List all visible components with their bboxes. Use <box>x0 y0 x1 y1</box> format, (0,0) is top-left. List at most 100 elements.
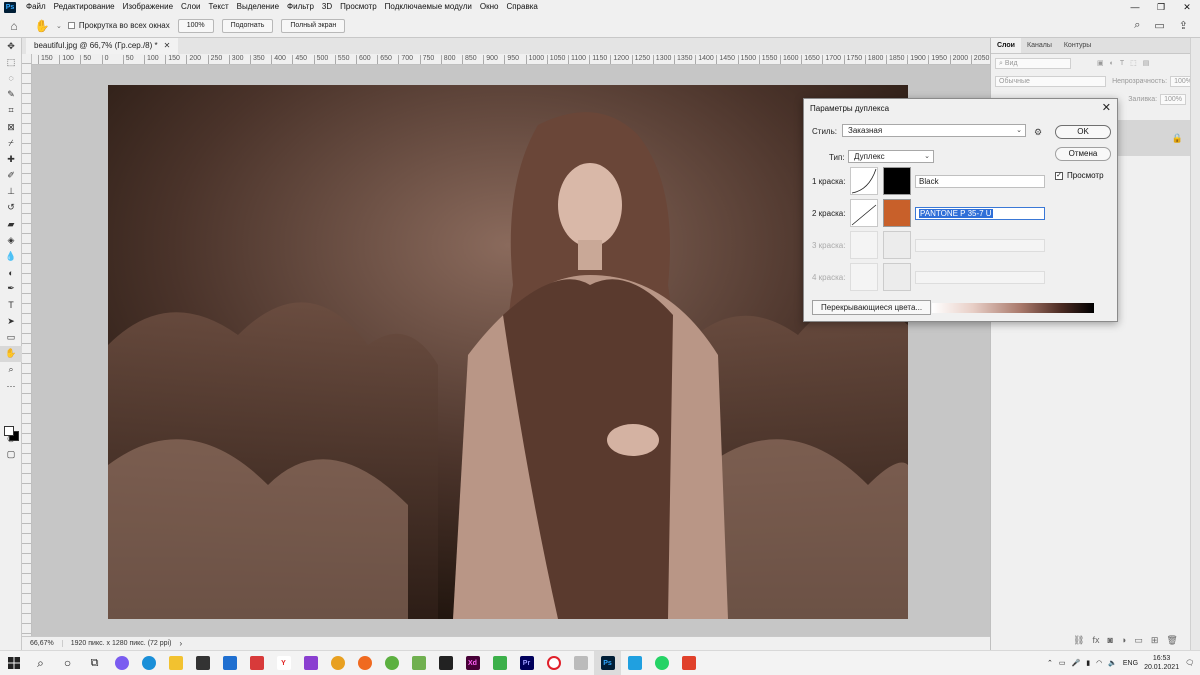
task-view-icon[interactable]: ⧉ <box>81 651 108 675</box>
preset-select[interactable]: Заказная ⌄ <box>842 124 1026 137</box>
microphone-icon[interactable]: 🎤 <box>1071 659 1080 667</box>
ink-1-name-input[interactable]: Black <box>915 175 1045 188</box>
lock-icon[interactable]: 🔒 <box>1172 133 1183 144</box>
menu-filter[interactable]: Фильтр <box>283 0 318 14</box>
preview-checkbox[interactable]: ✓ Просмотр <box>1055 171 1104 180</box>
history-brush-tool-icon[interactable]: ↺ <box>0 200 22 216</box>
tab-layers[interactable]: Слои <box>991 38 1021 53</box>
pen-tool-icon[interactable]: ✒ <box>0 281 22 297</box>
move-tool-icon[interactable]: ✥ <box>0 38 22 54</box>
app-opera-icon[interactable] <box>540 651 567 675</box>
full-screen-button[interactable]: Полный экран <box>281 18 346 33</box>
clock[interactable]: 16:53 20.01.2021 <box>1144 654 1179 672</box>
app-firefox-icon[interactable] <box>351 651 378 675</box>
app-green-icon[interactable] <box>378 651 405 675</box>
ink-1-swatch[interactable] <box>883 167 911 195</box>
menu-image[interactable]: Изображение <box>119 0 177 14</box>
document-info[interactable]: 1920 пикс. x 1280 пикс. (72 ppi) <box>63 640 180 647</box>
ink-1-curve[interactable] <box>850 167 878 195</box>
eraser-tool-icon[interactable]: ▰ <box>0 216 22 232</box>
filter-icons[interactable]: ▣◐T⬚▤ <box>1097 59 1155 67</box>
ink-2-swatch[interactable] <box>883 199 911 227</box>
document-image[interactable] <box>108 85 908 619</box>
minimize-icon[interactable]: — <box>1122 0 1148 14</box>
menu-layers[interactable]: Слои <box>177 0 204 14</box>
app-edge-icon[interactable] <box>135 651 162 675</box>
zoom-level[interactable]: 66,67% <box>22 640 63 647</box>
windows-start-icon[interactable] <box>0 651 27 675</box>
app-save-icon[interactable] <box>297 651 324 675</box>
dialog-close-icon[interactable]: ✕ <box>1102 101 1111 114</box>
menu-select[interactable]: Выделение <box>233 0 283 14</box>
add-mask-icon[interactable]: ◙ <box>1107 635 1112 646</box>
menu-file[interactable]: Файл <box>22 0 50 14</box>
restore-icon[interactable]: ❐ <box>1148 0 1174 14</box>
app-explorer-icon[interactable] <box>162 651 189 675</box>
checkbox-checked-icon[interactable]: ✓ <box>1055 171 1063 180</box>
app-notepad-icon[interactable] <box>405 651 432 675</box>
foreground-color-swatch[interactable] <box>4 426 14 436</box>
app-assistant-icon[interactable] <box>108 651 135 675</box>
frame-tool-icon[interactable]: ⊠ <box>0 119 22 135</box>
app-phone-icon[interactable] <box>621 651 648 675</box>
app-yandex-icon[interactable]: Y <box>270 651 297 675</box>
app-camtasia-icon[interactable] <box>486 651 513 675</box>
workspace-icon[interactable]: ▭ <box>1154 19 1164 32</box>
menu-3d[interactable]: 3D <box>318 0 336 14</box>
app-store-icon[interactable] <box>189 651 216 675</box>
scroll-all-windows-checkbox[interactable]: Прокрутка во всех окнах <box>67 21 170 30</box>
network-icon[interactable]: ▭ <box>1059 659 1066 667</box>
cortana-icon[interactable]: ○ <box>54 651 81 675</box>
tray-chevron-up-icon[interactable]: ⌃ <box>1047 659 1053 667</box>
hand-tool-preset-icon[interactable]: ✋ <box>28 19 56 33</box>
chevron-right-icon[interactable]: › <box>179 639 182 648</box>
zoom-100-button[interactable]: 100% <box>177 18 214 33</box>
dodge-tool-icon[interactable]: ◐ <box>0 265 22 281</box>
app-premiere-icon[interactable]: Pr <box>513 651 540 675</box>
blur-tool-icon[interactable]: 💧 <box>0 248 22 264</box>
home-icon[interactable]: ⌂ <box>0 14 28 38</box>
fit-screen-button[interactable]: Подогнать <box>221 18 274 33</box>
menu-window[interactable]: Окно <box>476 0 503 14</box>
ink-2-name-input[interactable]: PANTONE P 35-7 U <box>915 207 1045 220</box>
menu-view[interactable]: Просмотр <box>336 0 381 14</box>
notifications-icon[interactable]: 🗨 <box>1185 659 1194 667</box>
quick-select-tool-icon[interactable]: ✎ <box>0 87 22 103</box>
kind-filter-select[interactable]: ⌕ Вид <box>995 57 1071 69</box>
app-gift-icon[interactable] <box>243 651 270 675</box>
tab-channels[interactable]: Каналы <box>1021 38 1058 53</box>
gear-icon[interactable]: ⚙ <box>1034 127 1042 138</box>
marquee-tool-icon[interactable]: ⬚ <box>0 54 22 70</box>
share-icon[interactable]: ⇪ <box>1179 19 1188 32</box>
app-tools-icon[interactable] <box>567 651 594 675</box>
type-select[interactable]: Дуплекс ⌄ <box>848 150 934 163</box>
app-chrome-icon[interactable] <box>324 651 351 675</box>
document-tab[interactable]: beautiful.jpg @ 66,7% (Гр.сер./8) * ✕ <box>26 38 179 54</box>
app-photoshop-icon[interactable]: Ps <box>594 650 621 675</box>
app-red-icon[interactable] <box>675 651 702 675</box>
ok-button[interactable]: OK <box>1055 125 1111 139</box>
ink-2-curve[interactable] <box>850 199 878 227</box>
paint-bucket-tool-icon[interactable]: ◈ <box>0 232 22 248</box>
swap-colors-icon[interactable] <box>0 394 22 420</box>
new-group-icon[interactable]: ▭ <box>1134 635 1143 646</box>
link-layers-icon[interactable]: ⛓ <box>1073 635 1084 646</box>
background-layer-row[interactable]: 🔒 <box>1109 120 1193 156</box>
zoom-tool-icon[interactable]: ⌕ <box>0 362 22 378</box>
app-acrobat-icon[interactable] <box>432 651 459 675</box>
fill-input[interactable]: 100% <box>1160 93 1186 105</box>
menu-type[interactable]: Текст <box>204 0 232 14</box>
chevron-down-icon[interactable]: ⌄ <box>56 22 62 30</box>
path-select-tool-icon[interactable]: ➤ <box>0 313 22 329</box>
menu-plugins[interactable]: Подключаемые модули <box>381 0 476 14</box>
checkbox-box[interactable] <box>67 22 75 29</box>
blend-mode-select[interactable]: Обычные <box>995 75 1107 87</box>
wifi-icon[interactable]: ◠ <box>1096 659 1102 667</box>
rectangle-tool-icon[interactable]: ▭ <box>0 329 22 345</box>
healing-brush-tool-icon[interactable]: ✚ <box>0 151 22 167</box>
tab-paths[interactable]: Контуры <box>1058 38 1097 53</box>
type-tool-icon[interactable]: T <box>0 297 22 313</box>
adjustment-layer-icon[interactable]: ◑ <box>1121 635 1126 646</box>
app-xd-icon[interactable]: Xd <box>459 651 486 675</box>
volume-icon[interactable]: 🔈 <box>1108 659 1117 667</box>
